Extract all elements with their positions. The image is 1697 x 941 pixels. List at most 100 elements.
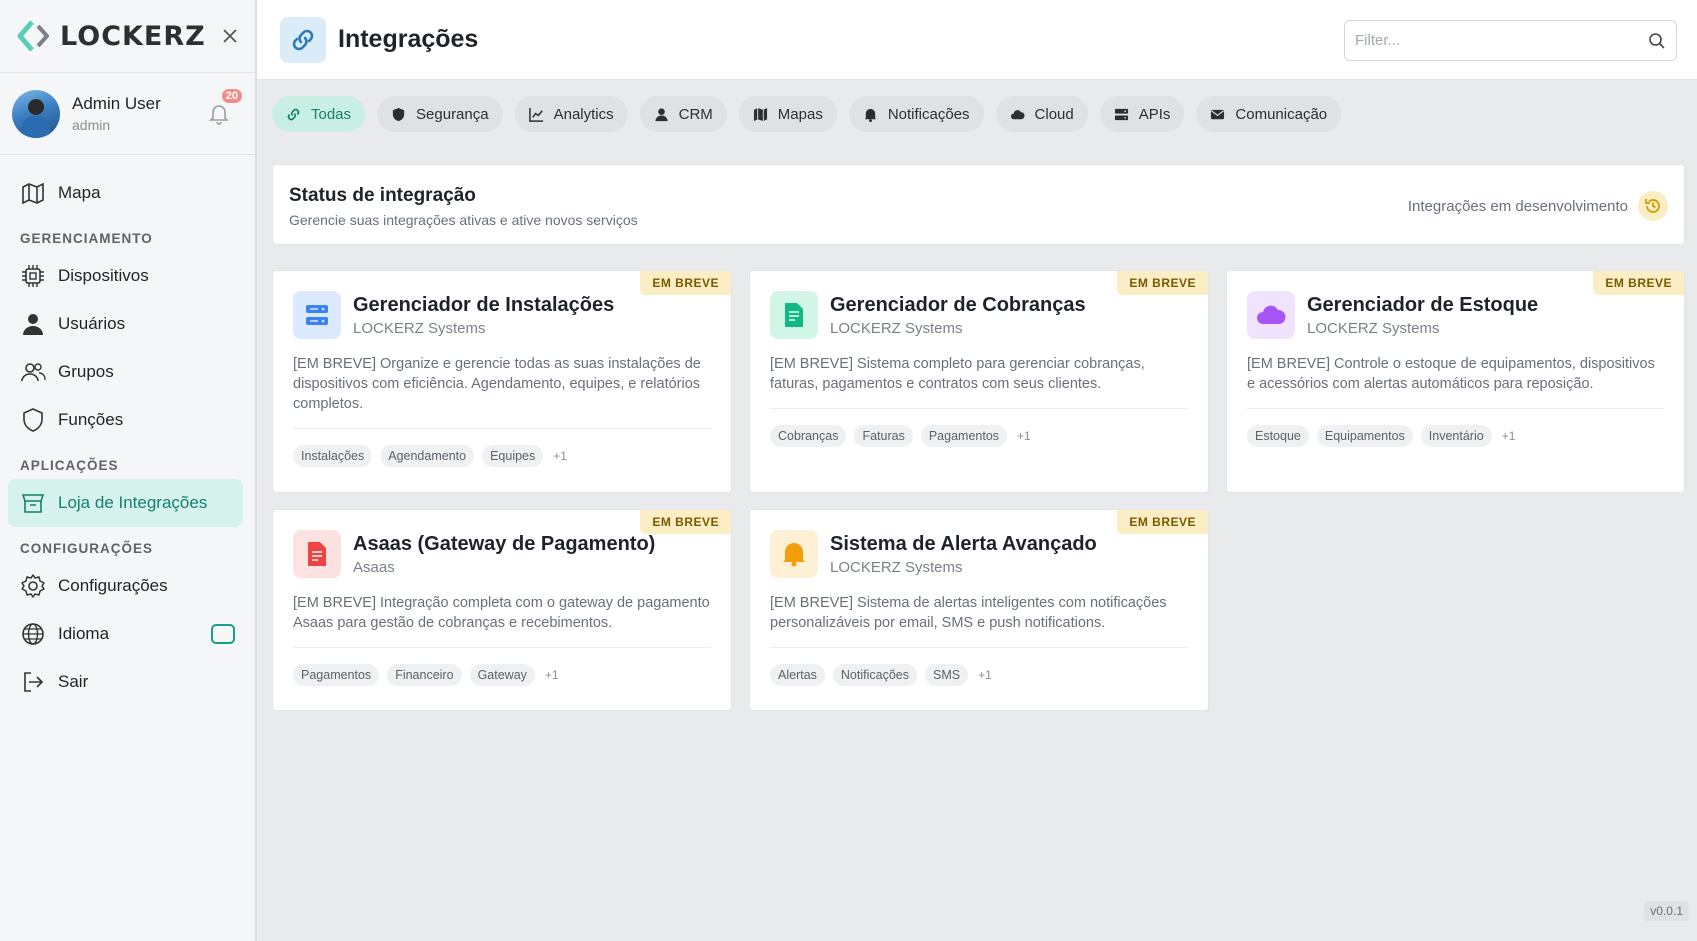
version-badge: v0.0.1 <box>1644 901 1689 921</box>
close-icon <box>223 29 237 43</box>
sidebar-item-label: Loja de Integrações <box>58 493 208 512</box>
tab-mapas[interactable]: Mapas <box>738 96 837 132</box>
card-title: Gerenciador de Instalações <box>353 293 615 316</box>
notifications-bell-icon[interactable] <box>207 101 231 125</box>
link-icon <box>292 29 314 50</box>
server-icon <box>293 291 341 339</box>
server-icon <box>1114 108 1128 120</box>
chart-line-icon <box>528 107 543 122</box>
sidebar-item-label: Mapa <box>58 183 101 202</box>
tab-seguranca[interactable]: Segurança <box>377 96 503 132</box>
sidebar: LOCKERZ Admin User admin 20 Mapa GERENCI… <box>0 0 257 941</box>
status-right: Integrações em desenvolvimento <box>1408 191 1668 221</box>
integration-card[interactable]: EM BREVE Gerenciador de Instalações LOCK… <box>272 270 732 493</box>
tab-notificacoes[interactable]: Notificações <box>848 96 984 132</box>
sidebar-item-label: Configurações <box>58 576 168 595</box>
filter-box <box>1344 20 1677 61</box>
store-icon <box>21 494 45 513</box>
tab-label: CRM <box>678 105 713 123</box>
tab-todas[interactable]: Todas <box>272 96 366 132</box>
tab-label: Mapas <box>777 105 823 123</box>
search-icon[interactable] <box>1648 32 1666 50</box>
sidebar-item-roles[interactable]: Funções <box>0 396 255 444</box>
tab-apis[interactable]: APIs <box>1099 96 1185 132</box>
logout-icon <box>24 672 44 692</box>
tag-chip: Equipamentos <box>1316 425 1413 447</box>
tag-chip: SMS <box>925 664 969 686</box>
integration-card[interactable]: EM BREVE Gerenciador de Estoque LOCKERZ … <box>1226 270 1685 493</box>
shield-icon <box>392 107 405 121</box>
integration-card[interactable]: EM BREVE Asaas (Gateway de Pagamento) As… <box>272 509 732 711</box>
tab-label: Segurança <box>416 105 489 123</box>
sidebar-item-label: Usuários <box>58 314 126 333</box>
sidebar-item-users[interactable]: Usuários <box>0 300 255 348</box>
tag-chip: Gateway <box>469 664 535 686</box>
card-title: Gerenciador de Cobranças <box>830 293 1086 316</box>
document-icon <box>293 530 341 578</box>
card-vendor: Asaas <box>353 558 395 576</box>
integration-card[interactable]: EM BREVE Gerenciador de Cobranças LOCKER… <box>749 270 1209 493</box>
tab-analytics[interactable]: Analytics <box>514 96 628 132</box>
coming-soon-badge: EM BREVE <box>1593 271 1684 295</box>
card-description: [EM BREVE] Controle o estoque de equipam… <box>1247 354 1664 409</box>
coming-soon-badge: EM BREVE <box>640 510 731 534</box>
card-description: [EM BREVE] Integração completa com o gat… <box>293 593 711 648</box>
tag-chip: Inventário <box>1420 425 1492 447</box>
sidebar-item-label: Sair <box>58 672 89 691</box>
tab-crm[interactable]: CRM <box>639 96 727 132</box>
cloud-icon <box>1247 291 1295 339</box>
more-tags-count: +1 <box>1501 429 1516 443</box>
section-title-apps: APLICAÇÕES <box>20 458 119 473</box>
chip-icon <box>22 265 44 287</box>
language-toggle[interactable] <box>211 624 235 644</box>
gear-icon <box>21 574 45 598</box>
invoice-icon <box>770 291 818 339</box>
brand-name: LOCKERZ <box>60 20 206 52</box>
map-icon <box>753 107 767 121</box>
section-title-settings: CONFIGURAÇÕES <box>20 541 154 556</box>
brand-header: LOCKERZ <box>0 0 255 73</box>
sidebar-item-groups[interactable]: Grupos <box>0 348 255 396</box>
close-sidebar-button[interactable] <box>219 25 241 47</box>
tag-chip: Financeiro <box>387 664 462 686</box>
user-name: Admin User <box>72 94 161 113</box>
more-tags-count: +1 <box>978 668 992 682</box>
card-description: [EM BREVE] Sistema completo para gerenci… <box>770 354 1188 409</box>
card-description: [EM BREVE] Sistema de alertas inteligent… <box>770 593 1188 648</box>
sidebar-item-language[interactable]: Idioma <box>0 610 255 658</box>
tag-chip: Agendamento <box>380 445 475 467</box>
user-profile[interactable]: Admin User admin 20 <box>0 73 255 155</box>
more-tags-count: +1 <box>553 449 567 463</box>
tag-chip: Estoque <box>1247 425 1309 447</box>
notification-count-badge: 20 <box>221 89 242 103</box>
globe-icon <box>22 623 44 645</box>
card-title: Gerenciador de Estoque <box>1307 293 1539 316</box>
cloud-icon <box>1010 109 1025 119</box>
sidebar-item-settings[interactable]: Configurações <box>0 562 255 610</box>
card-description: [EM BREVE] Organize e gerencie todas as … <box>293 354 711 429</box>
tab-cloud[interactable]: Cloud <box>995 96 1088 132</box>
sidebar-item-map[interactable]: Mapa <box>0 169 255 217</box>
tag-chip: Pagamentos <box>920 425 1008 447</box>
user-icon <box>655 107 668 121</box>
tab-comunicacao[interactable]: Comunicação <box>1196 96 1342 132</box>
page-title: Integrações <box>338 25 479 53</box>
sidebar-item-devices[interactable]: Dispositivos <box>0 252 255 300</box>
logo-icon <box>17 20 49 52</box>
sidebar-item-logout[interactable]: Sair <box>0 658 255 706</box>
bell-icon <box>864 108 876 122</box>
integration-card[interactable]: EM BREVE Sistema de Alerta Avançado LOCK… <box>749 509 1209 711</box>
user-role: admin <box>72 117 111 133</box>
top-bar: Integrações <box>257 0 1697 80</box>
integration-status-card: Status de integração Gerencie suas integ… <box>272 164 1685 245</box>
card-vendor: LOCKERZ Systems <box>830 558 963 576</box>
card-vendor: LOCKERZ Systems <box>1307 319 1440 337</box>
category-tabs: Todas Segurança Analytics CRM Mapas Noti… <box>272 96 1342 132</box>
user-icon <box>23 314 43 335</box>
page-icon <box>280 16 326 63</box>
sidebar-item-store[interactable]: Loja de Integrações <box>8 479 243 527</box>
shield-icon <box>23 408 43 432</box>
envelope-icon <box>1211 109 1225 119</box>
filter-input[interactable] <box>1355 32 1648 49</box>
sidebar-item-label: Idioma <box>58 624 110 643</box>
